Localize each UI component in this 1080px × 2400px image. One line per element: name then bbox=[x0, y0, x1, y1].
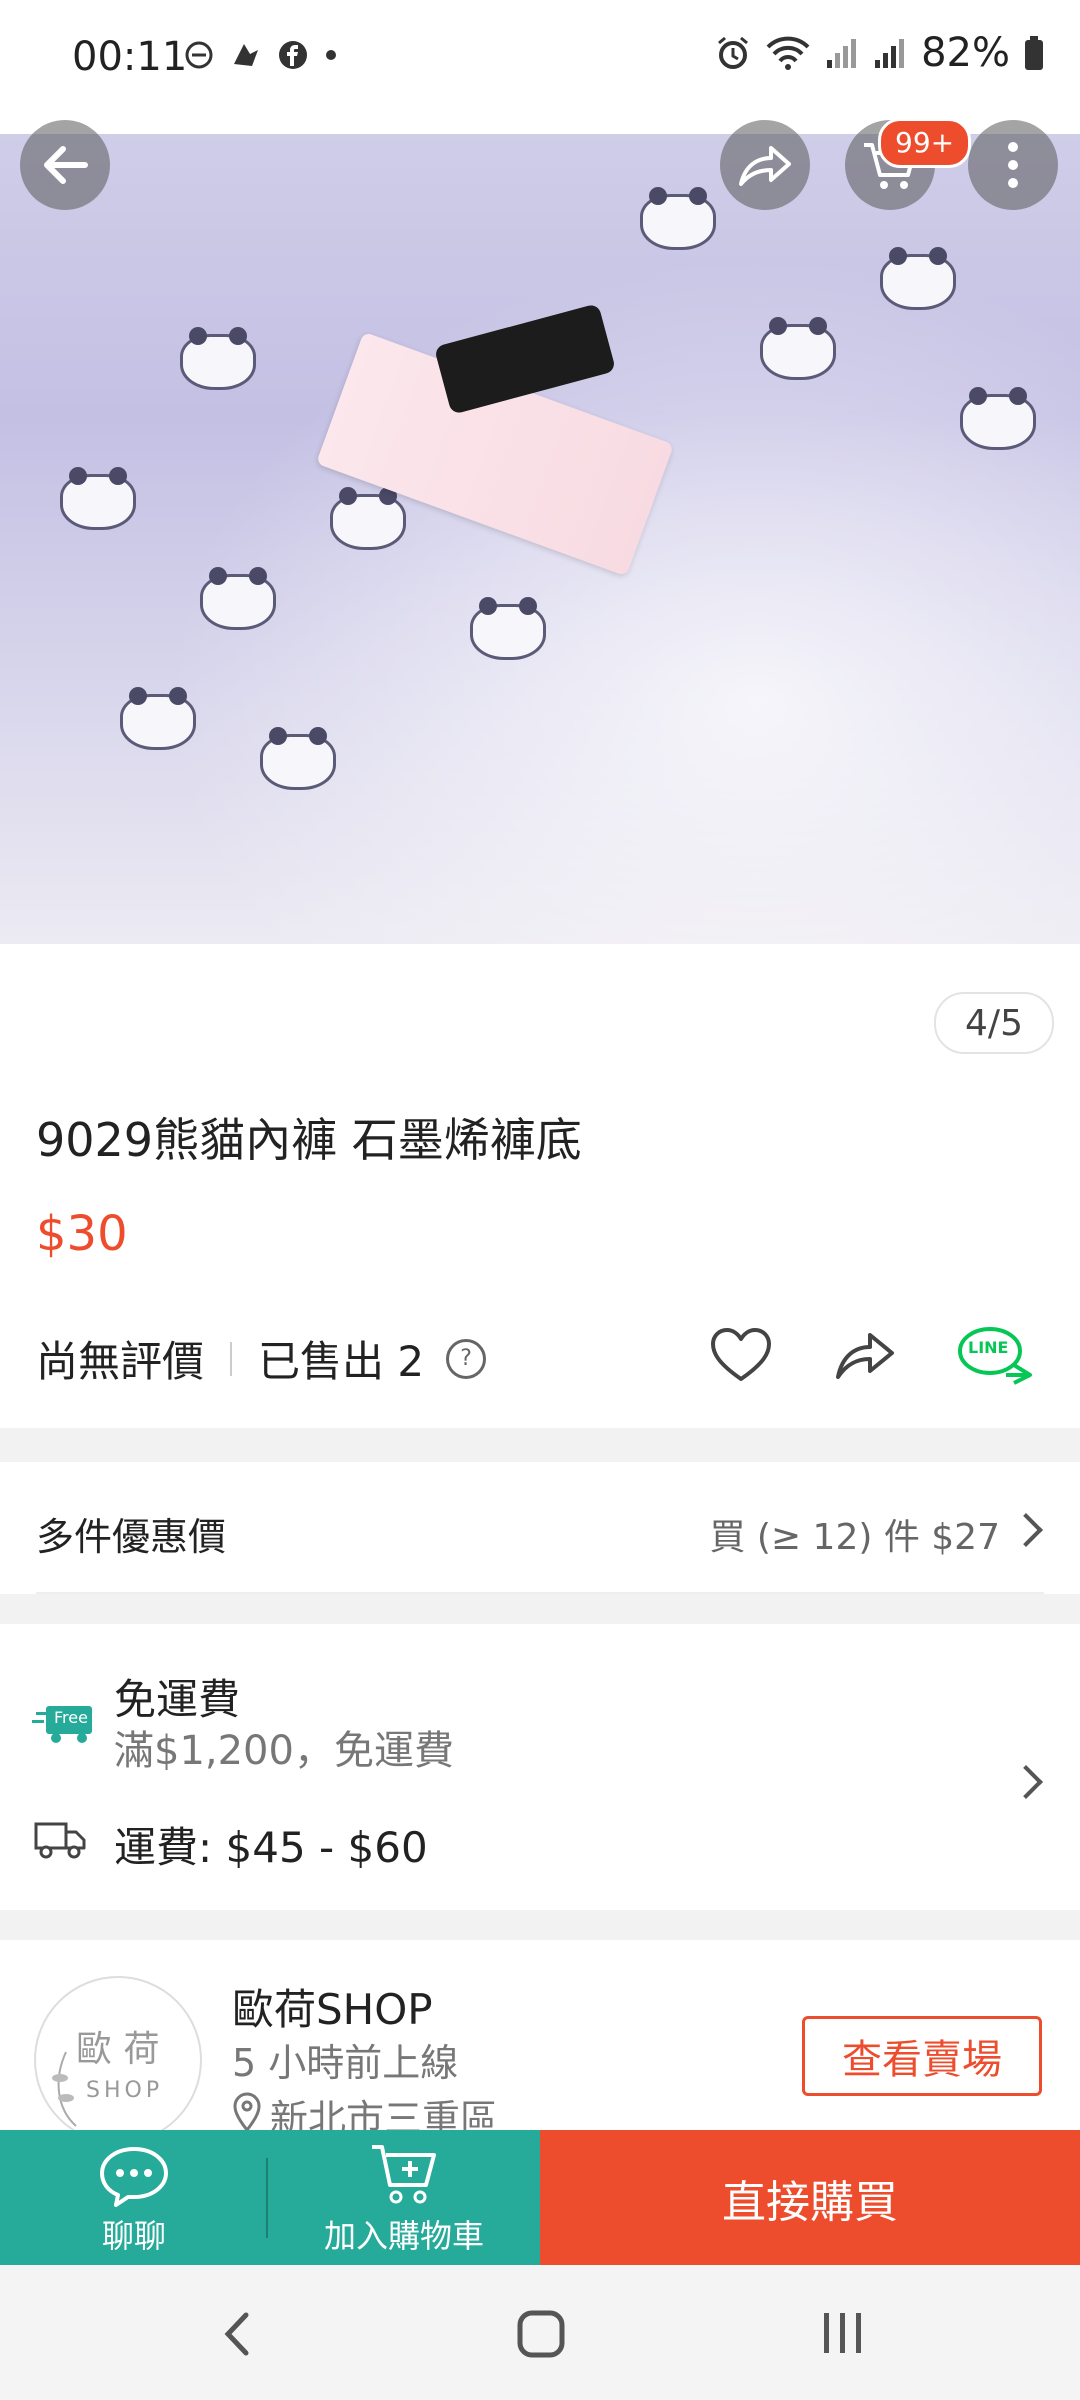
shop-logo-text: 歐 荷 bbox=[76, 2029, 160, 2070]
arrow-left-icon bbox=[44, 146, 88, 184]
shop-avatar[interactable]: 歐 荷 SHOP bbox=[34, 1976, 202, 2130]
status-bar: 00:11 82% bbox=[0, 0, 1080, 120]
notification-icon bbox=[234, 44, 258, 66]
panda-print bbox=[760, 317, 836, 380]
status-icons-left bbox=[184, 40, 338, 70]
section-divider bbox=[0, 1428, 1080, 1462]
status-icons-right: 82% bbox=[715, 30, 1044, 76]
section-divider bbox=[0, 1910, 1080, 1940]
image-counter: 4/5 bbox=[934, 992, 1054, 1054]
chat-icon bbox=[100, 2147, 168, 2207]
more-vertical-icon bbox=[1008, 142, 1018, 188]
share-icon bbox=[836, 1333, 894, 1379]
bottom-action-bar: 聊聊 加入購物車 直接購買 bbox=[0, 2130, 1080, 2265]
panda-print bbox=[880, 247, 956, 310]
heart-icon bbox=[711, 1328, 771, 1381]
truck-icon bbox=[34, 1816, 88, 1864]
shipping-section[interactable]: Free 免運費 滿$1,200，免運費 運費: $45 - $60 bbox=[0, 1624, 1080, 1910]
panda-print bbox=[330, 487, 406, 550]
bulk-discount-row[interactable]: 多件優惠價 買 (≥ 12) 件 $27 bbox=[0, 1462, 1080, 1592]
back-button[interactable] bbox=[20, 120, 110, 210]
share-button[interactable] bbox=[720, 120, 810, 210]
panda-print bbox=[120, 687, 196, 750]
panda-print bbox=[180, 327, 256, 390]
chat-label: 聊聊 bbox=[101, 2217, 166, 2255]
share-product-button[interactable] bbox=[830, 1320, 900, 1390]
line-share-button[interactable]: LINE bbox=[954, 1320, 1034, 1390]
add-to-cart-button[interactable]: 加入購物車 bbox=[268, 2130, 540, 2265]
product-price: $30 bbox=[36, 1206, 128, 1262]
chevron-right-icon bbox=[1009, 1513, 1043, 1547]
status-time: 00:11 bbox=[72, 34, 188, 80]
signal-icon bbox=[827, 39, 857, 68]
nav-back-icon[interactable] bbox=[222, 2311, 252, 2357]
product-image[interactable] bbox=[0, 134, 1080, 944]
shop-section[interactable]: 歐 荷 SHOP 歐荷SHOP 5 小時前上線 新北市三重區 查看賣場 bbox=[0, 1940, 1080, 2130]
dot-icon bbox=[326, 50, 336, 60]
view-shop-button[interactable]: 查看賣場 bbox=[802, 2016, 1042, 2096]
shop-online-status: 5 小時前上線 bbox=[232, 2041, 459, 2085]
location-pin-icon bbox=[233, 2092, 261, 2130]
rating-sold-row: 尚無評價 已售出 2 ? bbox=[36, 1328, 487, 1389]
share-icon bbox=[739, 146, 791, 186]
help-icon[interactable]: ? bbox=[446, 1338, 487, 1379]
leaf-decoration-icon bbox=[52, 2051, 77, 2127]
line-label: LINE bbox=[968, 1338, 1009, 1357]
nav-home-icon[interactable] bbox=[516, 2309, 566, 2359]
sold-count: 已售出 2 bbox=[258, 1337, 425, 1386]
alarm-icon bbox=[718, 36, 749, 69]
divider bbox=[230, 1341, 233, 1376]
do-not-disturb-icon bbox=[185, 41, 213, 69]
rating-text[interactable]: 尚無評價 bbox=[36, 1328, 204, 1389]
free-badge-text: Free bbox=[54, 1708, 88, 1727]
facebook-icon bbox=[279, 41, 307, 69]
panda-print bbox=[470, 597, 546, 660]
chevron-right-icon bbox=[1009, 1765, 1043, 1799]
section-divider bbox=[0, 1594, 1080, 1624]
shop-name[interactable]: 歐荷SHOP bbox=[232, 1976, 433, 2037]
panda-print bbox=[640, 187, 716, 250]
chat-button[interactable]: 聊聊 bbox=[0, 2130, 268, 2265]
panda-print bbox=[960, 387, 1036, 450]
free-shipping-icon: Free bbox=[32, 1702, 94, 1750]
signal-icon bbox=[875, 39, 905, 68]
battery-icon bbox=[1025, 36, 1043, 70]
more-options-button[interactable] bbox=[968, 120, 1058, 210]
add-cart-icon bbox=[372, 2145, 436, 2204]
panda-print bbox=[60, 467, 136, 530]
panda-print bbox=[200, 567, 276, 630]
shipping-fee: 運費: $45 - $60 bbox=[114, 1823, 428, 1872]
panda-print bbox=[260, 727, 336, 790]
product-title: 9029熊貓內褲 石墨烯褲底 bbox=[36, 1113, 582, 1167]
shop-logo-subtext: SHOP bbox=[86, 2078, 164, 2103]
battery-percent: 82% bbox=[921, 30, 1010, 76]
shop-location: 新北市三重區 bbox=[270, 2097, 499, 2130]
bulk-discount-label: 多件優惠價 bbox=[36, 1515, 227, 1559]
nav-recents-icon[interactable] bbox=[820, 2311, 866, 2355]
like-button[interactable] bbox=[706, 1320, 776, 1390]
buy-now-button[interactable]: 直接購買 bbox=[540, 2130, 1080, 2265]
add-to-cart-label: 加入購物車 bbox=[323, 2217, 484, 2255]
wifi-icon bbox=[766, 36, 810, 70]
system-navigation-bar bbox=[0, 2265, 1080, 2400]
cart-count-badge: 99+ bbox=[878, 118, 972, 168]
free-shipping-detail: 滿$1,200，免運費 bbox=[114, 1728, 454, 1774]
bulk-discount-detail: 買 (≥ 12) 件 $27 bbox=[709, 1517, 1000, 1558]
